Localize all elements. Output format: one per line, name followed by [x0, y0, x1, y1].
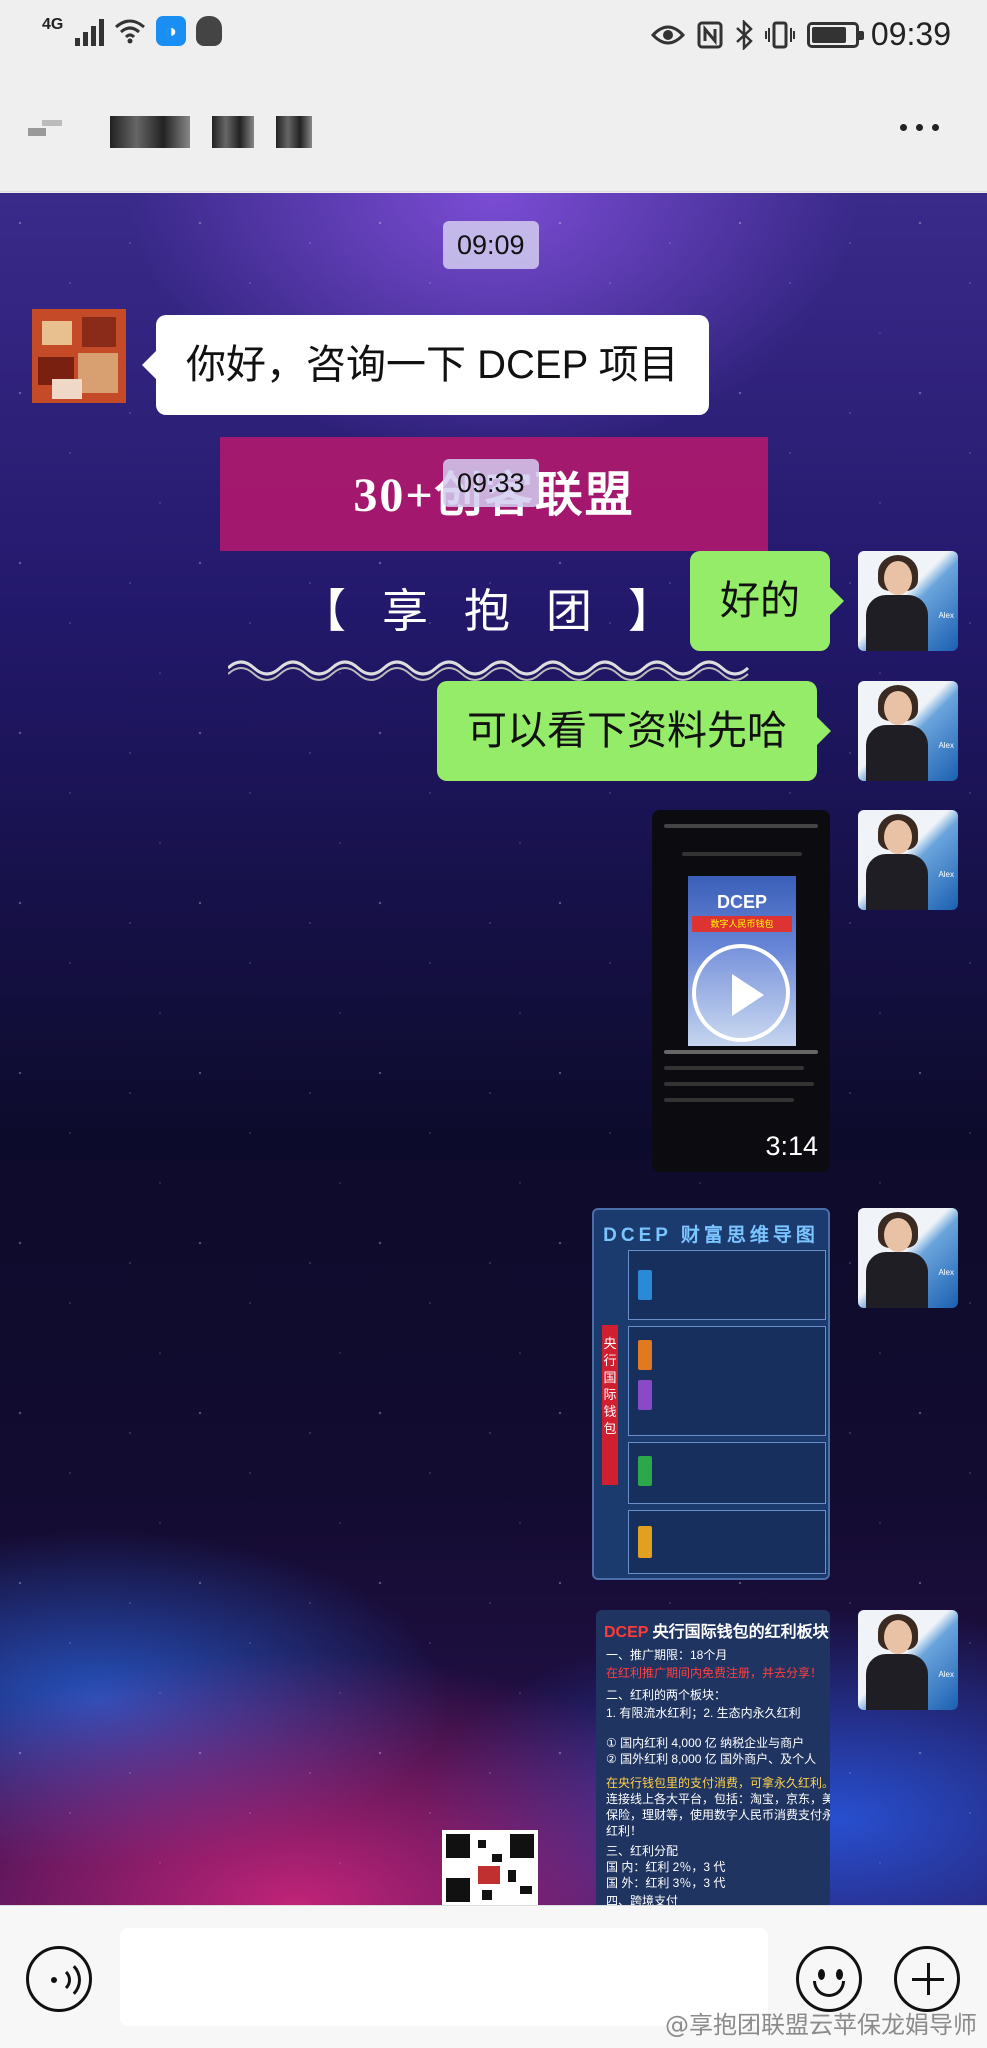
signal-icon: [75, 16, 105, 46]
background-wave-decoration: [228, 660, 750, 681]
clock: 09:39: [870, 16, 951, 52]
plus-icon[interactable]: [894, 1946, 960, 2012]
my-avatar[interactable]: Alex: [858, 810, 958, 910]
background-qr-code: [442, 1830, 538, 1905]
message-bubble-received[interactable]: 你好，咨询一下 DCEP 项目: [142, 315, 709, 415]
chat-title-redacted: [110, 116, 312, 148]
battery-icon: [806, 21, 864, 48]
qq-penguin-icon: [196, 16, 223, 46]
eye-icon: [650, 25, 685, 44]
image-message-mindmap[interactable]: DCEP 财富思维导图 央行国际钱包: [592, 1208, 830, 1580]
timestamp: 09:09: [443, 221, 539, 269]
mindmap-title: DCEP 财富思维导图: [603, 1225, 819, 1246]
status-right: 09:39: [650, 16, 951, 53]
chat-header: [0, 72, 987, 192]
status-left: 4G ◑: [42, 16, 223, 46]
voice-icon[interactable]: [26, 1946, 92, 2012]
wifi-icon: [115, 19, 146, 44]
message-bubble-sent[interactable]: 可以看下资料先哈: [437, 681, 831, 781]
play-icon[interactable]: [692, 944, 790, 1042]
more-dots-icon[interactable]: [900, 124, 939, 131]
mindmap-spine-text: 央行国际钱包: [603, 1336, 617, 1436]
my-avatar[interactable]: Alex: [858, 551, 958, 651]
my-avatar[interactable]: Alex: [858, 1208, 958, 1308]
blue-app-icon: ◑: [156, 16, 187, 46]
my-avatar[interactable]: Alex: [858, 681, 958, 781]
input-bar: @享抱团联盟云苹保龙娟导师: [0, 1905, 987, 2048]
network-type: 4G: [42, 16, 64, 33]
chat-area[interactable]: 30+创客联盟 【享抱团】 09:09 09:33 你好，咨询一下 DCEP 项…: [0, 193, 987, 1905]
emoji-icon[interactable]: [796, 1946, 862, 2012]
timestamp: 09:33: [443, 459, 539, 507]
back-button[interactable]: [28, 114, 70, 148]
image-message-dcep-info[interactable]: DCEP 央行国际钱包的红利板块 一、推广期限：18个月 在红利推广期间内免费注…: [596, 1610, 830, 1905]
my-avatar[interactable]: Alex: [858, 1610, 958, 1710]
message-bubble-sent[interactable]: 好的: [690, 551, 844, 651]
watermark: @享抱团联盟云苹保龙娟导师: [665, 2011, 977, 2039]
battery-level: [811, 26, 846, 43]
video-message[interactable]: DCEP 数字人民币钱包 3:14: [652, 810, 830, 1172]
vibrate-icon: [764, 21, 795, 48]
video-thumbnail-subtitle: 数字人民币钱包: [692, 916, 792, 932]
background-banner-subtitle: 【享抱团】: [300, 584, 710, 638]
contact-avatar[interactable]: [32, 309, 126, 403]
bluetooth-icon: [736, 19, 753, 50]
video-duration: 3:14: [765, 1131, 818, 1161]
nfc-icon: [697, 21, 723, 48]
status-bar: 4G ◑ 09:39: [0, 0, 987, 72]
video-thumbnail-title: DCEP: [716, 892, 767, 912]
dcep-card-title: DCEP 央行国际钱包的红利板块: [604, 1624, 829, 1641]
